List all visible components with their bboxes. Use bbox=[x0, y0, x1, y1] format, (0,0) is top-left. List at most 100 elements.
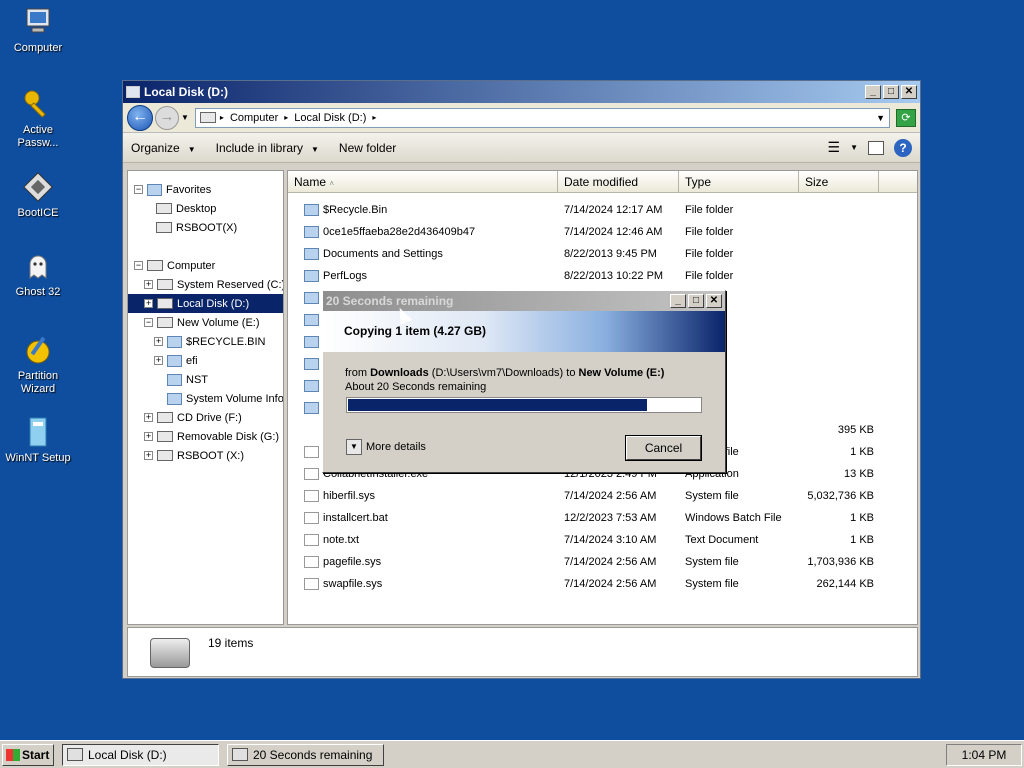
expand-icon[interactable]: + bbox=[144, 413, 153, 422]
desktop-icon-ghost[interactable]: Ghost 32 bbox=[2, 250, 74, 299]
column-header-type[interactable]: Type bbox=[679, 171, 799, 192]
collapse-icon[interactable]: − bbox=[134, 185, 143, 194]
tree-item-local-disk-d[interactable]: + Local Disk (D:) bbox=[128, 294, 283, 313]
organize-button[interactable]: Organize ▼ bbox=[131, 141, 196, 155]
file-size: 395 KB bbox=[837, 424, 874, 436]
desktop-icon-booticE[interactable]: BootICE bbox=[2, 171, 74, 220]
address-dropdown-icon[interactable]: ▼ bbox=[876, 113, 885, 123]
expand-icon[interactable]: + bbox=[154, 337, 163, 346]
collapse-icon[interactable]: − bbox=[134, 261, 143, 270]
file-row[interactable]: note.txt 7/14/2024 3:10 AM Text Document 1 … bbox=[288, 529, 917, 551]
file-row[interactable]: swapfile.sys 7/14/2024 2:56 AM System file… bbox=[288, 573, 917, 595]
preview-pane-icon[interactable] bbox=[868, 140, 884, 155]
help-icon[interactable]: ? bbox=[894, 138, 912, 157]
tree-item-system-reserved[interactable]: + System Reserved (C:) bbox=[144, 275, 283, 294]
taskbar-item-copy[interactable]: 20 Seconds remaining bbox=[227, 743, 384, 766]
desktop-icon-active-password[interactable]: Active Passw... bbox=[2, 88, 74, 150]
breadcrumb-local-disk[interactable]: Local Disk (D:) bbox=[294, 112, 366, 124]
close-button[interactable]: ✕ bbox=[901, 85, 917, 99]
breadcrumb-separator-icon[interactable]: ▸ bbox=[372, 113, 376, 122]
file-name-cell: Documents and Settings bbox=[288, 248, 558, 260]
expand-icon[interactable]: + bbox=[144, 451, 153, 460]
chevron-down-icon[interactable]: ▼ bbox=[850, 143, 858, 152]
minimize-button[interactable]: _ bbox=[670, 294, 686, 308]
file-date: 7/14/2024 12:46 AM bbox=[564, 226, 663, 238]
expand-icon[interactable]: + bbox=[154, 356, 163, 365]
file-type: Text Document bbox=[685, 534, 759, 546]
file-row[interactable]: Documents and Settings 8/22/2013 9:45 PM F… bbox=[288, 243, 917, 265]
file-row[interactable]: $Recycle.Bin 7/14/2024 12:17 AM File folde… bbox=[288, 199, 917, 221]
from-label: from bbox=[345, 367, 371, 379]
file-name: note.txt bbox=[323, 534, 360, 546]
tree-item-new-volume-e[interactable]: − New Volume (E:) bbox=[144, 313, 260, 332]
dialog-titlebar[interactable]: 20 Seconds remaining _ □ ✕ bbox=[323, 291, 725, 311]
tree-item-efi[interactable]: + efi bbox=[154, 351, 198, 370]
tree-item-removable-disk[interactable]: + Removable Disk (G:) bbox=[144, 427, 279, 446]
tree-item-system-volume-info[interactable]: System Volume Information bbox=[167, 389, 283, 408]
column-header-name[interactable]: Name ˄ bbox=[288, 171, 558, 192]
file-row[interactable]: installcert.bat 12/2/2023 7:53 AM Windows … bbox=[288, 507, 917, 529]
breadcrumb-separator-icon[interactable]: ▸ bbox=[220, 113, 224, 122]
folder-icon bbox=[304, 204, 319, 216]
breadcrumb-separator-icon[interactable]: ▸ bbox=[284, 113, 288, 122]
tree-item-recycle-bin[interactable]: + $RECYCLE.BIN bbox=[154, 332, 265, 351]
address-bar[interactable]: ▸ Computer ▸ Local Disk (D:) ▸ ▼ bbox=[194, 107, 890, 128]
partition-wizard-icon bbox=[22, 334, 54, 366]
close-button[interactable]: ✕ bbox=[706, 294, 722, 308]
back-button[interactable]: ← bbox=[127, 104, 153, 131]
file-row[interactable]: hiberfil.sys 7/14/2024 2:56 AM System file… bbox=[288, 485, 917, 507]
file-icon bbox=[304, 446, 319, 458]
breadcrumb-computer[interactable]: Computer bbox=[230, 112, 278, 124]
file-date: 8/22/2013 10:22 PM bbox=[564, 270, 664, 282]
tree-label: Computer bbox=[167, 259, 216, 272]
dialog-title: 20 Seconds remaining bbox=[326, 294, 454, 308]
forward-button[interactable]: → bbox=[155, 105, 179, 130]
navigation-pane: − Favorites Desktop RSBOOT(X) − Computer +… bbox=[127, 170, 284, 625]
chevron-down-icon[interactable]: ▼ bbox=[346, 439, 362, 455]
folder-icon bbox=[304, 314, 319, 326]
time-remaining: About 20 Seconds remaining bbox=[345, 381, 487, 393]
tree-item-rsboot-x[interactable]: RSBOOT(X) bbox=[156, 218, 237, 237]
tree-item-rsboot[interactable]: + RSBOOT (X:) bbox=[144, 446, 244, 465]
column-header-date[interactable]: Date modified bbox=[558, 171, 679, 192]
taskbar-item-explorer[interactable]: Local Disk (D:) bbox=[62, 743, 219, 766]
chevron-down-icon[interactable]: ▼ bbox=[181, 113, 189, 122]
tree-label: $RECYCLE.BIN bbox=[186, 335, 266, 348]
column-header-size[interactable]: Size bbox=[799, 171, 879, 192]
explorer-titlebar[interactable]: Local Disk (D:) _ □ ✕ bbox=[123, 81, 920, 103]
clock[interactable]: 1:04 PM bbox=[946, 743, 1022, 766]
source-path: (D:\Users\vm7\Downloads) to bbox=[428, 367, 579, 379]
file-date: 7/14/2024 2:56 AM bbox=[564, 556, 657, 568]
collapse-icon[interactable]: − bbox=[144, 318, 153, 327]
removable-disk-icon bbox=[157, 431, 173, 442]
expand-icon[interactable]: + bbox=[144, 280, 153, 289]
new-folder-button[interactable]: New folder bbox=[339, 141, 396, 155]
tree-item-favorites[interactable]: − Favorites bbox=[134, 180, 211, 199]
tree-item-cd-drive[interactable]: + CD Drive (F:) bbox=[144, 408, 242, 427]
file-name-cell: PerfLogs bbox=[288, 270, 558, 282]
maximize-button[interactable]: □ bbox=[688, 294, 704, 308]
cancel-button[interactable]: Cancel bbox=[625, 435, 702, 461]
expand-icon[interactable]: + bbox=[144, 432, 153, 441]
maximize-button[interactable]: □ bbox=[883, 85, 899, 99]
dialog-body: from Downloads (D:\Users\vm7\Downloads) … bbox=[323, 352, 725, 394]
desktop-icon-partition-wizard[interactable]: Partition Wizard bbox=[2, 334, 74, 396]
desktop-icon-winnt-setup[interactable]: WinNT Setup bbox=[2, 416, 74, 465]
file-row[interactable]: 0ce1e5ffaeba28e2d436409b47 7/14/2024 12:4… bbox=[288, 221, 917, 243]
include-in-library-button[interactable]: Include in library ▼ bbox=[216, 141, 319, 155]
tree-item-computer[interactable]: − Computer bbox=[134, 256, 215, 275]
more-details-toggle[interactable]: ▼ More details bbox=[346, 439, 426, 455]
file-row[interactable]: pagefile.sys 7/14/2024 2:56 AM System file… bbox=[288, 551, 917, 573]
start-button[interactable]: Start bbox=[2, 743, 54, 766]
view-options-icon[interactable]: ☰ bbox=[828, 139, 841, 156]
minimize-button[interactable]: _ bbox=[865, 85, 881, 99]
tree-item-nst[interactable]: NST bbox=[167, 370, 208, 389]
refresh-button[interactable]: ⟳ bbox=[896, 108, 916, 127]
include-label: Include in library bbox=[215, 140, 303, 155]
desktop-icon-computer[interactable]: Computer bbox=[2, 6, 74, 55]
more-details-label: More details bbox=[366, 441, 426, 453]
expand-icon[interactable]: + bbox=[144, 299, 153, 308]
tree-item-desktop[interactable]: Desktop bbox=[156, 199, 216, 218]
key-icon bbox=[22, 88, 54, 120]
file-row[interactable]: PerfLogs 8/22/2013 10:22 PM File folder bbox=[288, 265, 917, 287]
